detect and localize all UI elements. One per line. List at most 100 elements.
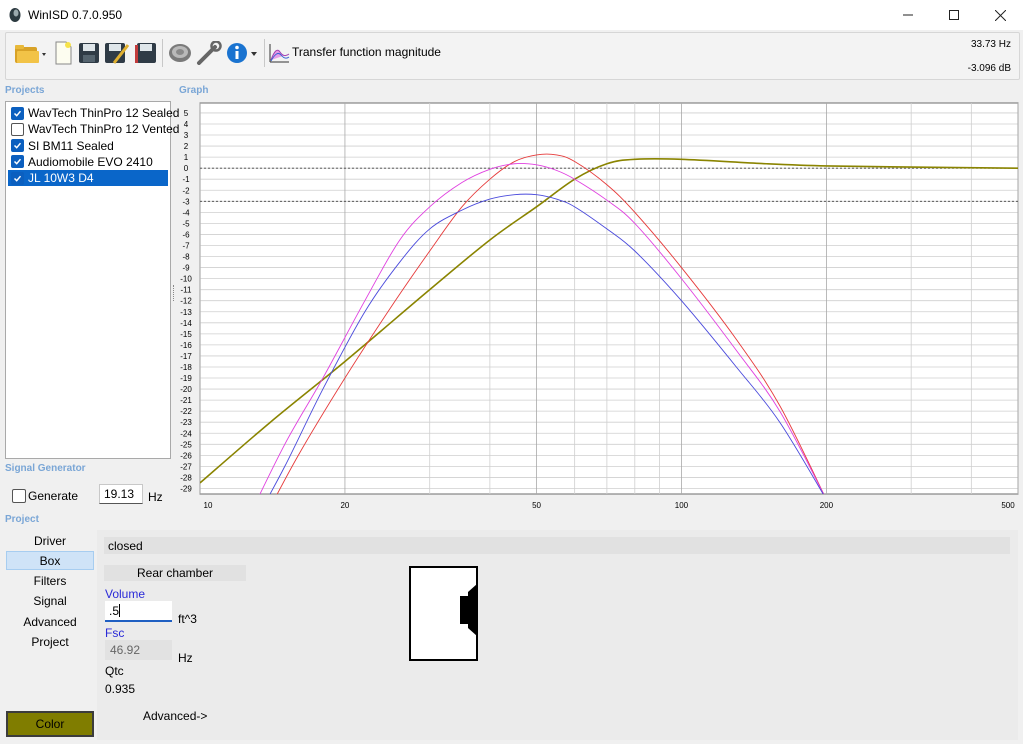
- checkmark-icon: [13, 175, 22, 182]
- new-button[interactable]: [51, 39, 75, 67]
- save-all-button[interactable]: [133, 39, 159, 67]
- projects-list[interactable]: WavTech ThinPro 12 Sealed WavTech ThinPro…: [5, 101, 179, 459]
- box-type-selector[interactable]: closed: [104, 537, 1010, 554]
- save-icon: [79, 43, 99, 63]
- close-button[interactable]: [977, 0, 1023, 30]
- project-checkbox[interactable]: [11, 106, 24, 120]
- y-tick-label: -23: [180, 418, 192, 427]
- project-name: SI BM11 Sealed: [28, 138, 114, 153]
- transfer-function-graph[interactable]: 543210-1-2-3-4-5-6-7-8-9-10-11-12-13-14-…: [177, 97, 1020, 515]
- minimize-button[interactable]: [885, 0, 931, 30]
- x-tick-label: 200: [820, 501, 834, 510]
- y-tick-label: -8: [182, 253, 190, 262]
- project-item[interactable]: SI BM11 Sealed: [8, 138, 168, 154]
- text-caret: [119, 604, 121, 617]
- close-icon: [994, 9, 1006, 21]
- new-file-icon: [55, 41, 72, 65]
- nav-item-box[interactable]: Box: [6, 551, 94, 571]
- y-tick-label: -9: [182, 264, 190, 273]
- project-checkbox[interactable]: [11, 122, 24, 136]
- y-tick-label: -14: [180, 319, 192, 328]
- project-item[interactable]: WavTech ThinPro 12 Vented: [8, 121, 179, 137]
- nav-item-filters[interactable]: Filters: [6, 572, 94, 591]
- splitter-handle[interactable]: [173, 285, 176, 301]
- generator-frequency-input[interactable]: 19.13: [99, 484, 143, 504]
- y-tick-label: -18: [180, 363, 192, 372]
- save-as-button[interactable]: [103, 39, 131, 67]
- nav-item-driver[interactable]: Driver: [6, 531, 94, 550]
- qtc-label: Qtc: [105, 664, 124, 678]
- project-checkbox[interactable]: [11, 171, 24, 185]
- open-folder-icon: [15, 45, 46, 63]
- volume-unit: ft^3: [178, 612, 197, 626]
- minimize-icon: [903, 14, 913, 16]
- toolbar: Transfer function magnitude 33.73 Hz -3.…: [5, 32, 1020, 80]
- qtc-value: 0.935: [105, 682, 136, 696]
- y-tick-label: 4: [184, 120, 189, 129]
- y-tick-label: -15: [180, 330, 192, 339]
- maximize-button[interactable]: [931, 0, 977, 30]
- open-button[interactable]: [11, 39, 49, 67]
- y-tick-label: -2: [182, 186, 190, 195]
- x-tick-label: 10: [204, 501, 213, 510]
- signal-generator-section-label: Signal Generator: [5, 463, 86, 474]
- project-item[interactable]: JL 10W3 D4: [8, 170, 168, 187]
- project-checkbox[interactable]: [11, 155, 24, 169]
- y-tick-label: -20: [180, 385, 192, 394]
- y-tick-label: 1: [184, 153, 189, 162]
- y-tick-label: 2: [184, 142, 189, 151]
- x-tick-label: 500: [1001, 501, 1015, 510]
- volume-value: .5: [109, 604, 120, 618]
- y-tick-label: -29: [180, 484, 192, 493]
- project-item[interactable]: Audiomobile EVO 2410: [8, 154, 168, 170]
- y-tick-label: -27: [180, 462, 192, 471]
- closed-box-diagram: [409, 566, 478, 661]
- y-tick-label: -13: [180, 308, 192, 317]
- volume-input[interactable]: .5: [105, 601, 172, 622]
- project-name: Audiomobile EVO 2410: [28, 154, 153, 169]
- projects-section-label: Projects: [5, 85, 45, 96]
- y-tick-label: -22: [180, 407, 192, 416]
- y-tick-label: -16: [180, 341, 192, 350]
- color-button-label: Color: [35, 717, 65, 731]
- project-checkbox[interactable]: [11, 139, 24, 153]
- cursor-frequency-readout: 33.73 Hz: [970, 39, 1011, 50]
- y-tick-label: -25: [180, 440, 192, 449]
- checkmark-icon: [13, 110, 22, 117]
- project-item[interactable]: WavTech ThinPro 12 Sealed: [8, 105, 179, 121]
- nav-item-advanced[interactable]: Advanced: [6, 612, 94, 631]
- window-title: WinISD 0.7.0.950: [28, 8, 123, 22]
- y-tick-label: -1: [182, 175, 190, 184]
- y-tick-label: -10: [180, 275, 192, 284]
- color-button[interactable]: Color: [6, 711, 94, 737]
- cursor-level-readout: -3.096 dB: [967, 63, 1011, 74]
- info-button[interactable]: [224, 39, 262, 67]
- graph-type-label[interactable]: Transfer function magnitude: [292, 45, 441, 59]
- title-bar: WinISD 0.7.0.950: [0, 0, 1023, 30]
- y-tick-label: -17: [180, 352, 192, 361]
- generate-label[interactable]: Generate: [28, 489, 78, 503]
- y-tick-label: -19: [180, 374, 192, 383]
- nav-item-project[interactable]: Project: [6, 633, 94, 652]
- rear-chamber-header: Rear chamber: [104, 565, 246, 581]
- y-tick-label: 3: [184, 131, 189, 140]
- y-tick-label: -3: [182, 197, 190, 206]
- driver-button[interactable]: [166, 39, 194, 67]
- driver-icon: [169, 44, 191, 62]
- tools-button[interactable]: [195, 39, 223, 67]
- nav-item-signal[interactable]: Signal: [6, 592, 94, 611]
- y-tick-label: -26: [180, 451, 192, 460]
- graph-type-button[interactable]: [267, 39, 291, 67]
- project-name: WavTech ThinPro 12 Sealed: [28, 106, 180, 120]
- graph-section-label: Graph: [179, 85, 209, 96]
- advanced-link[interactable]: Advanced->: [143, 709, 207, 723]
- save-as-icon: [105, 43, 130, 64]
- app-logo-icon: [9, 8, 21, 22]
- save-button[interactable]: [77, 39, 101, 67]
- y-tick-label: -28: [180, 473, 192, 482]
- save-all-icon: [135, 43, 156, 63]
- project-section-label: Project: [5, 514, 39, 525]
- fsc-value-field: 46.92: [105, 640, 172, 660]
- fsc-unit: Hz: [178, 651, 193, 665]
- generate-checkbox[interactable]: [12, 489, 26, 503]
